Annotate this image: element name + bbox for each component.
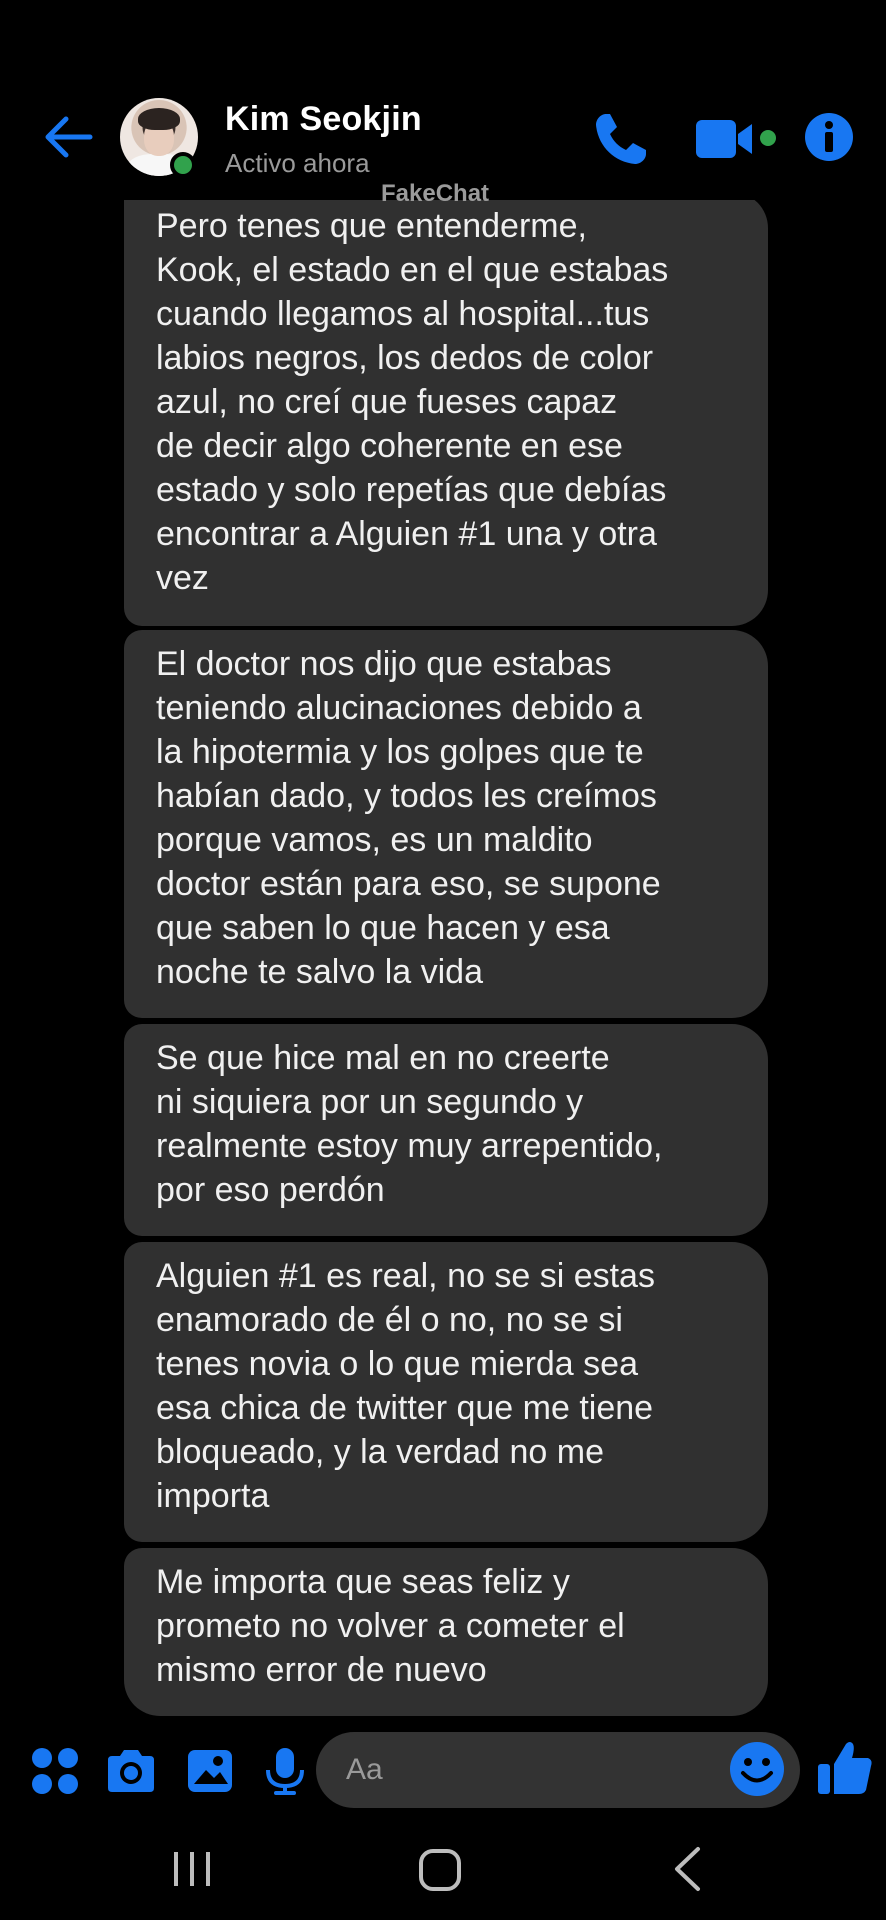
phone-icon[interactable]	[592, 110, 650, 168]
gallery-icon[interactable]	[184, 1744, 238, 1798]
message-thread[interactable]: Pero tenes que entenderme, Kook, el esta…	[0, 192, 886, 1720]
emoji-icon[interactable]	[728, 1740, 786, 1798]
back-arrow-icon[interactable]	[40, 110, 94, 164]
message-bubble[interactable]: Me importa que seas feliz y prometo no v…	[124, 1548, 768, 1716]
info-icon[interactable]	[804, 112, 854, 162]
video-camera-icon[interactable]	[696, 116, 778, 162]
message-bubble[interactable]: El doctor nos dijo que estabas teniendo …	[124, 630, 768, 1018]
camera-icon[interactable]	[104, 1744, 158, 1798]
microphone-icon[interactable]	[258, 1744, 312, 1798]
apps-icon[interactable]	[28, 1744, 82, 1798]
contact-name[interactable]: Kim Seokjin	[225, 100, 422, 139]
nav-back-icon[interactable]	[672, 1846, 702, 1892]
home-icon[interactable]	[418, 1848, 462, 1892]
contact-status: Activo ahora	[225, 148, 370, 178]
message-bubble[interactable]: Pero tenes que entenderme, Kook, el esta…	[124, 192, 768, 626]
watermark: FakeChat	[381, 180, 490, 207]
online-status-dot	[170, 152, 196, 178]
message-bubble[interactable]: Se que hice mal en no creerte ni siquier…	[124, 1024, 768, 1236]
recents-icon[interactable]	[172, 1850, 212, 1888]
message-bubble[interactable]: Alguien #1 es real, no se si estas enamo…	[124, 1242, 768, 1542]
thumbs-up-icon[interactable]	[816, 1738, 874, 1798]
avatar-hair	[138, 108, 180, 130]
chat-header: Kim Seokjin Activo ahora	[0, 0, 886, 200]
android-nav-bar	[0, 1820, 886, 1920]
composer-bar	[0, 1720, 886, 1820]
